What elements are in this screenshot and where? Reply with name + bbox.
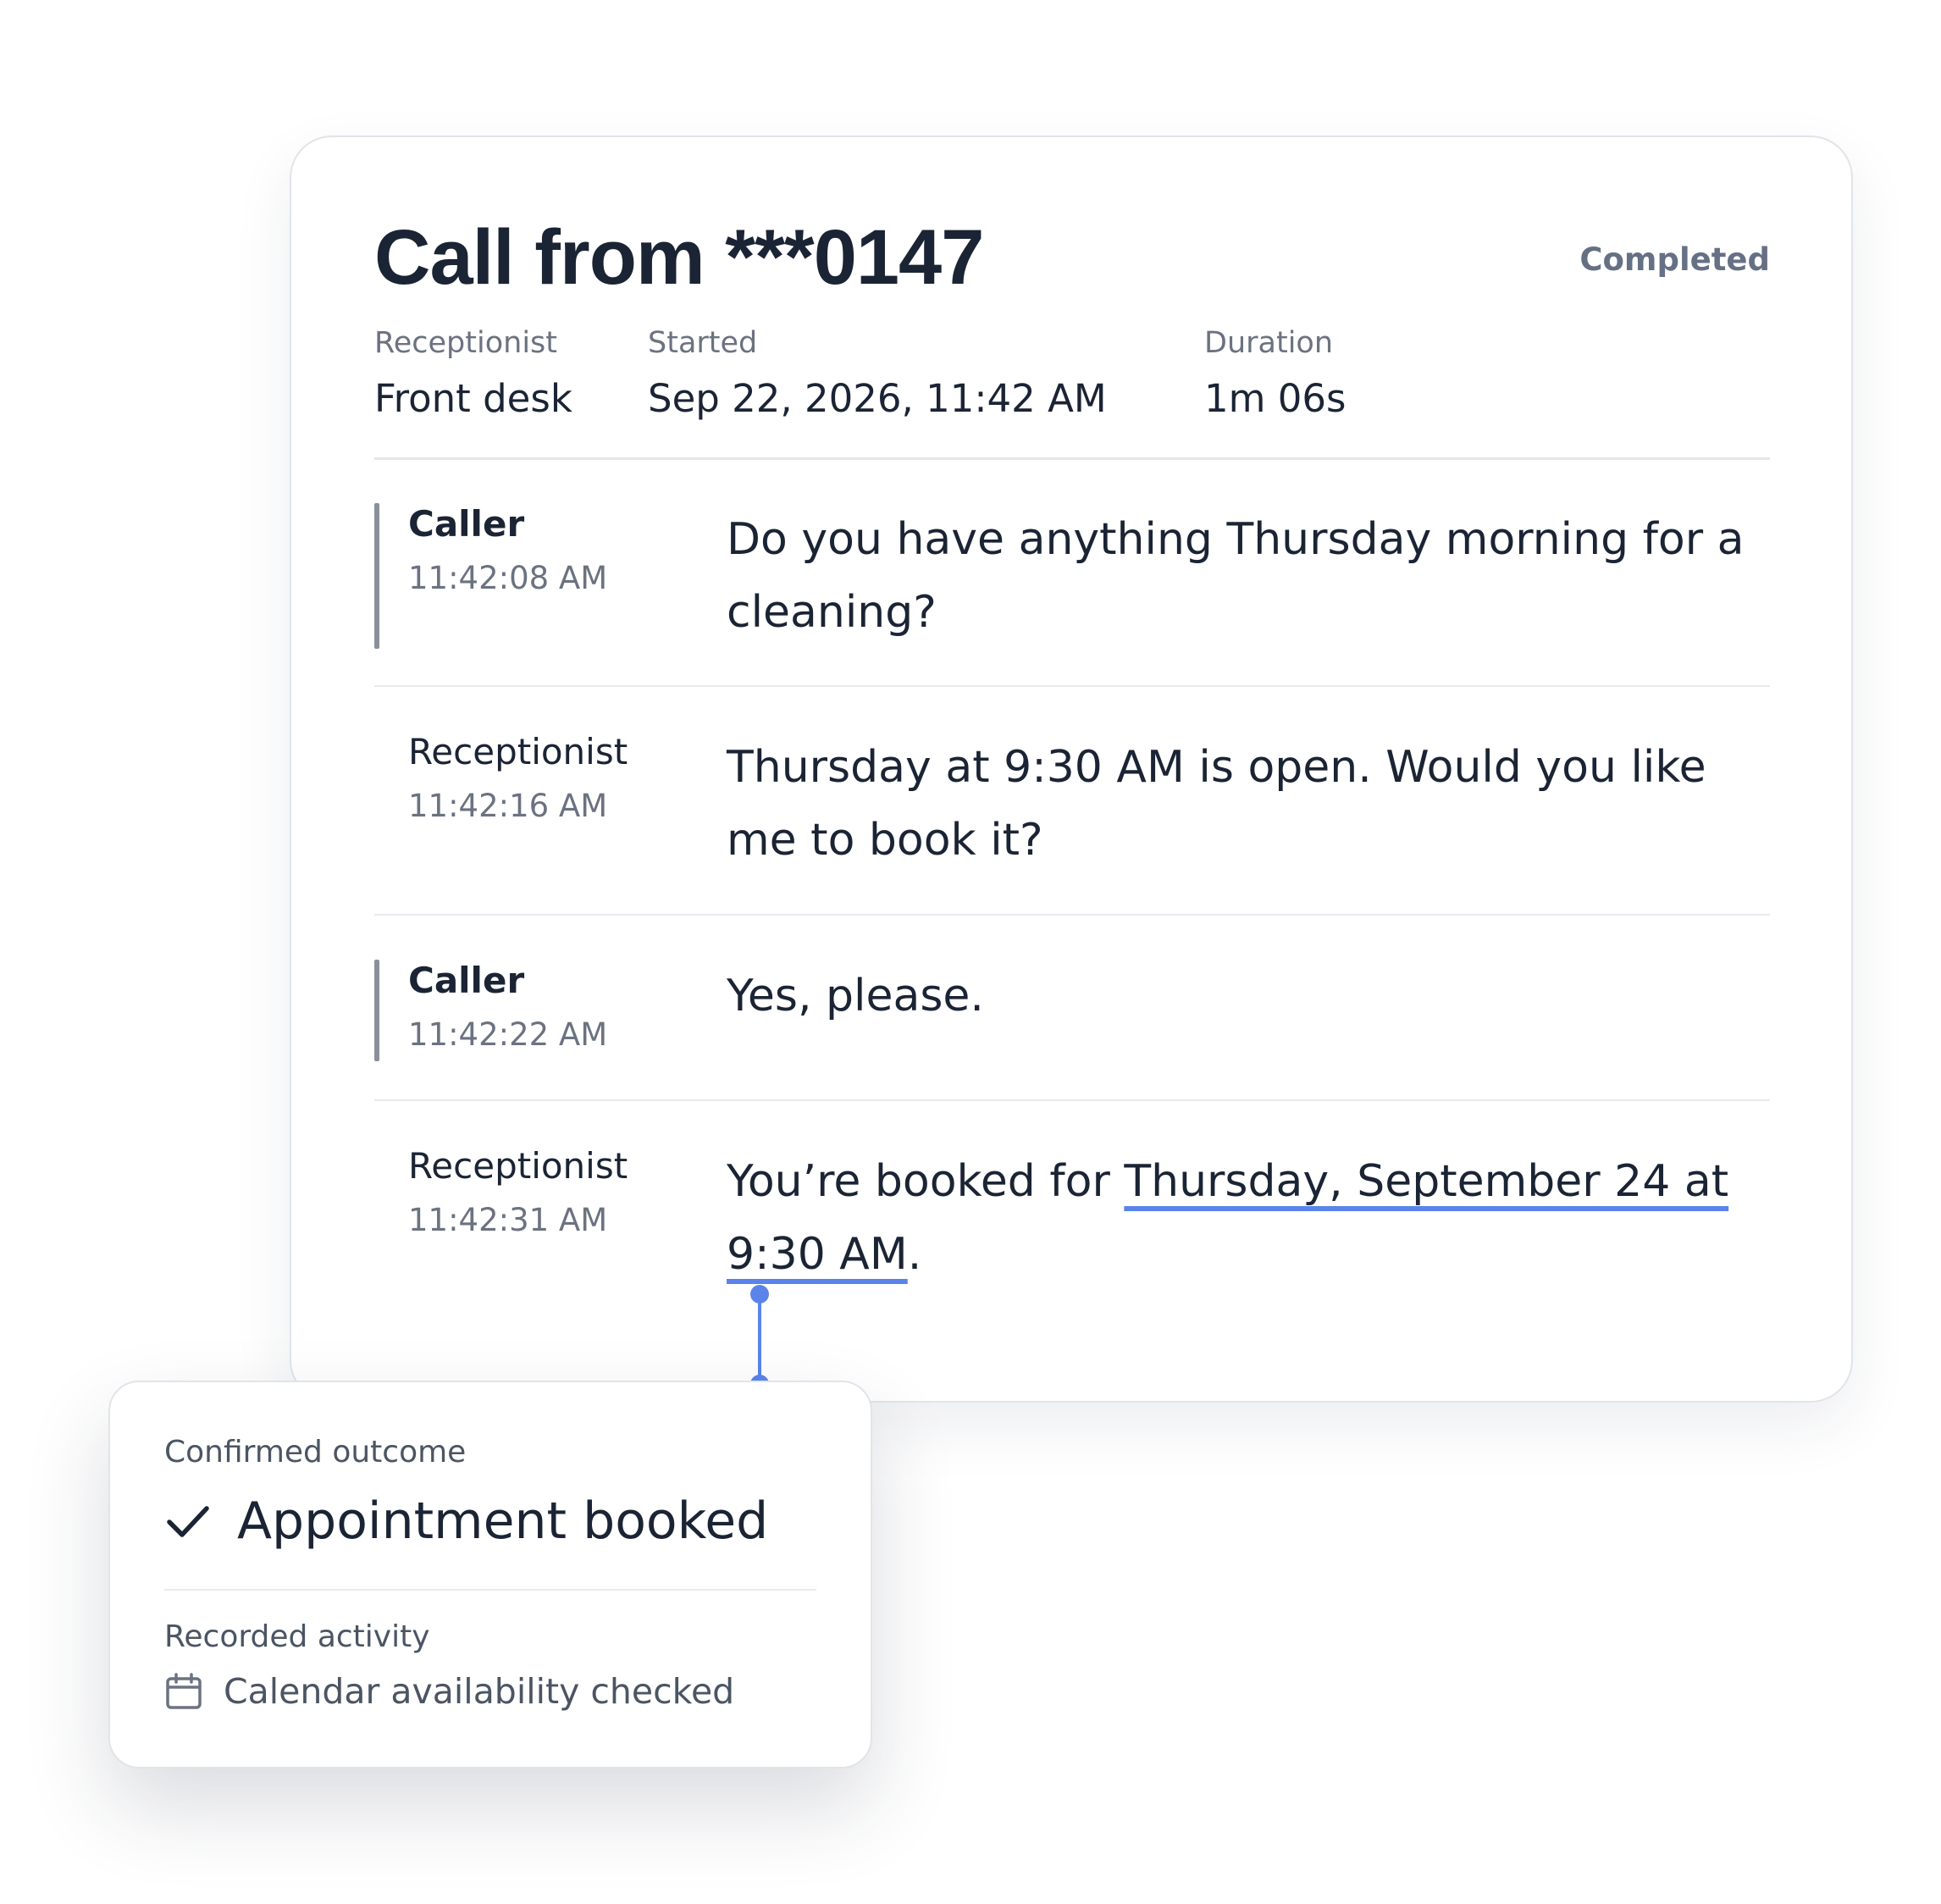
call-title: Call from ***0147 (374, 214, 984, 301)
utterance-text: Yes, please. (727, 971, 984, 1021)
turn-timestamp: 11:42:16 AM (408, 788, 608, 824)
activity-label: Recorded activity (164, 1619, 430, 1654)
call-status: Completed (1579, 241, 1770, 278)
outcome-divider (164, 1589, 816, 1591)
meta-duration-label: Duration (1204, 326, 1334, 360)
transcript-turn: Receptionist 11:42:31 AM You’re booked f… (374, 1101, 1770, 1321)
speaker-label: Caller (408, 960, 525, 1001)
transcript-turn: Caller 11:42:22 AM Yes, please. (374, 916, 1770, 1101)
outcome-connector (750, 1285, 769, 1393)
meta-started-value: Sep 22, 2026, 11:42 AM (648, 376, 1107, 421)
utterance-text: You’re booked for Thursday, September 24… (727, 1145, 1770, 1291)
utterance-text: Do you have anything Thursday morning fo… (727, 514, 1745, 638)
meta-started: Started Sep 22, 2026, 11:42 AM (648, 324, 1107, 425)
meta-duration: Duration 1m 06s (1204, 324, 1346, 425)
caller-indicator-bar (374, 960, 379, 1061)
calendar-icon (166, 1673, 202, 1709)
speaker-label: Caller (408, 503, 525, 545)
turn-timestamp: 11:42:31 AM (408, 1202, 608, 1238)
transcript-turn: Caller 11:42:08 AM Do you have anything … (374, 459, 1770, 687)
activity-item: Calendar availability checked (164, 1667, 734, 1716)
meta-receptionist-label: Receptionist (374, 326, 557, 360)
outcome-label: Confirmed outcome (164, 1435, 467, 1470)
utterance-suffix: . (907, 1229, 922, 1280)
transcript-turn: Receptionist 11:42:16 AM Thursday at 9:3… (374, 687, 1770, 916)
outcome-value: Appointment booked (164, 1487, 768, 1555)
meta-started-label: Started (648, 326, 758, 360)
utterance-text: Thursday at 9:30 AM is open. Would you l… (727, 742, 1706, 866)
caller-indicator-bar (374, 503, 379, 649)
meta-receptionist-value: Front desk (374, 376, 572, 421)
speaker-label: Receptionist (408, 731, 628, 772)
check-icon (167, 1506, 209, 1537)
turn-timestamp: 11:42:08 AM (408, 560, 608, 596)
turn-timestamp: 11:42:22 AM (408, 1016, 608, 1053)
call-detail-card: Call from ***0147 Completed Receptionist… (290, 136, 1853, 1403)
outcome-value-text: Appointment booked (237, 1492, 769, 1551)
meta-receptionist: Receptionist Front desk (374, 324, 572, 425)
utterance-prefix: You’re booked for (727, 1156, 1125, 1207)
outcome-card: Confirmed outcome Appointment booked Rec… (108, 1381, 872, 1768)
meta-duration-value: 1m 06s (1204, 376, 1347, 421)
speaker-label: Receptionist (408, 1145, 628, 1187)
activity-text: Calendar availability checked (224, 1671, 735, 1712)
